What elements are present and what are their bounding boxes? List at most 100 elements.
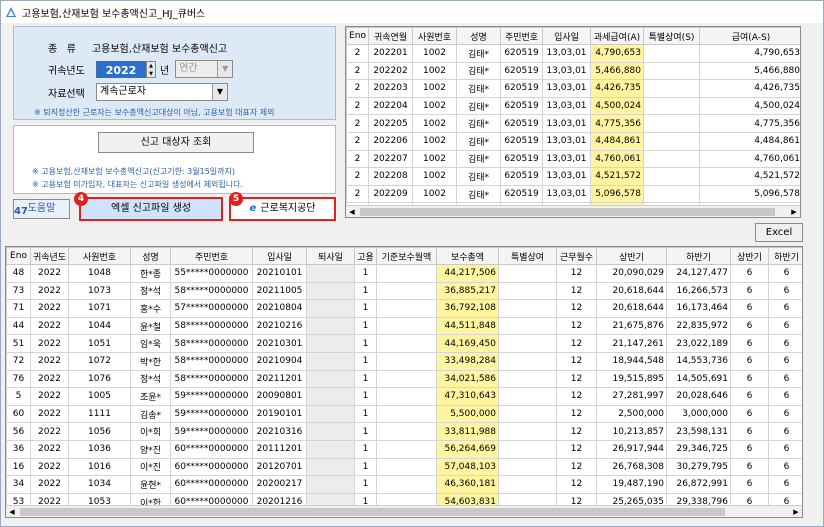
column-header[interactable]: 사원번호 [68,247,131,265]
table-cell[interactable]: 13,03,01 [542,44,591,63]
table-cell[interactable]: 19,515,895 [596,369,667,389]
column-header[interactable]: 급여(A-S) [699,27,800,45]
table-cell[interactable] [376,369,437,389]
table-cell[interactable]: 김태* [456,61,501,81]
table-cell[interactable]: 이*희 [130,422,171,441]
employee-grid[interactable]: Eno 귀속년도 사원번호 성명 주민번호 입사일 퇴사일 고용 기준보수월액 보수총액 특별상여 근… [5,246,803,518]
table-cell[interactable]: 5,096,578 [699,184,800,204]
column-header[interactable]: 하반기 [666,247,731,265]
table-cell[interactable]: 60 [6,404,31,424]
table-cell[interactable]: 1034 [68,475,131,494]
table-row[interactable]: 72 2022 1072 박*한 58*****0000000 20210904 1 33,4… [6,351,802,371]
table-cell[interactable]: 19,487,190 [596,475,667,494]
table-cell[interactable]: 14,505,691 [666,369,731,389]
table-row[interactable]: 2 202203 1002 김태* 620519 13,03,01 4,426,735 4,4… [346,79,800,98]
table-cell[interactable]: 1111 [68,404,131,424]
table-cell[interactable] [498,316,557,336]
table-cell[interactable]: 4,760,061 [590,149,644,169]
table-cell[interactable]: 박*한 [130,351,171,371]
table-cell[interactable]: 3,000,000 [666,404,731,424]
table-cell[interactable] [643,114,700,133]
table-cell[interactable]: 58*****0000000 [170,334,253,353]
table-cell[interactable]: 56 [6,422,31,441]
table-cell[interactable]: 1 [354,316,377,336]
table-cell[interactable]: 20090801 [252,387,307,406]
column-header[interactable]: 주민번호 [170,247,253,265]
table-cell[interactable]: 18,944,548 [596,351,667,371]
table-cell[interactable] [643,167,700,186]
table-cell[interactable]: 6 [768,369,802,389]
table-cell[interactable]: 김태* [456,149,501,169]
table-cell[interactable]: 6 [730,404,769,424]
table-cell[interactable]: 김태* [456,167,501,186]
table-cell[interactable]: 36,792,108 [436,299,499,318]
table-cell[interactable]: 6 [768,457,802,477]
column-header[interactable]: 특별상여 [498,247,557,265]
table-cell[interactable]: 73 [6,281,31,301]
comwel-button[interactable]: e 근로복지공단 [229,197,336,221]
table-row[interactable]: 2 202209 1002 김태* 620519 13,03,01 5,096,578 5,0… [346,184,800,204]
table-cell[interactable]: 26,872,991 [666,475,731,494]
table-cell[interactable]: 620519 [500,184,543,204]
table-cell[interactable]: 12 [556,281,597,301]
table-cell[interactable] [498,422,557,441]
table-cell[interactable] [306,439,355,459]
table-cell[interactable]: 1 [354,439,377,459]
table-cell[interactable]: 2,500,000 [596,404,667,424]
table-cell[interactable] [376,457,437,477]
table-cell[interactable]: 620519 [500,96,543,116]
table-cell[interactable] [376,404,437,424]
table-row[interactable]: 44 2022 1044 윤*철 58*****0000000 20210216 1 44,5… [6,316,802,336]
table-cell[interactable]: 2022 [30,404,69,424]
table-cell[interactable]: 양*진 [130,439,171,459]
table-cell[interactable]: 2 [346,96,369,116]
table-cell[interactable]: 2022 [30,369,69,389]
data-select[interactable]: 계속근로자 ▼ [96,83,228,101]
table-cell[interactable]: 김태* [456,96,501,116]
table-cell[interactable]: 620519 [500,149,543,169]
table-cell[interactable]: 6 [768,475,802,494]
table-cell[interactable]: 1002 [412,114,457,133]
table-cell[interactable]: 1005 [68,387,131,406]
table-cell[interactable] [376,422,437,441]
scroll-right-icon[interactable]: ▶ [790,506,802,517]
table-cell[interactable]: 20211005 [252,281,307,301]
table-cell[interactable]: 2 [346,114,369,133]
table-cell[interactable]: 51 [6,334,31,353]
table-cell[interactable]: 34,021,586 [436,369,499,389]
table-cell[interactable]: 4,775,356 [590,114,644,133]
table-cell[interactable]: 4,500,024 [699,96,800,116]
table-cell[interactable]: 4,775,356 [699,114,800,133]
table-cell[interactable]: 13,03,01 [542,114,591,133]
table-cell[interactable]: 1002 [412,167,457,186]
table-cell[interactable] [376,299,437,318]
table-cell[interactable]: 44,511,848 [436,316,499,336]
table-row[interactable]: 56 2022 1056 이*희 59*****0000000 20210316 1 33,8… [6,422,802,441]
table-cell[interactable]: 4,500,024 [590,96,644,116]
table-cell[interactable]: 22,835,972 [666,316,731,336]
table-cell[interactable]: 30,279,795 [666,457,731,477]
table-cell[interactable]: 1076 [68,369,131,389]
table-cell[interactable] [376,316,437,336]
table-cell[interactable]: 24,127,477 [666,264,731,283]
table-cell[interactable]: 55*****0000000 [170,264,253,283]
scroll-left-icon[interactable]: ◀ [6,506,18,517]
table-cell[interactable]: 1048 [68,264,131,283]
table-cell[interactable] [306,404,355,424]
table-cell[interactable]: 620519 [500,131,543,151]
table-cell[interactable]: 정*석 [130,369,171,389]
table-cell[interactable]: 13,03,01 [542,184,591,204]
table-cell[interactable]: 12 [556,387,597,406]
table-cell[interactable]: 13,03,01 [542,167,591,186]
table-cell[interactable]: 1002 [412,61,457,81]
table-cell[interactable]: 620519 [500,114,543,133]
table-cell[interactable]: 6 [768,299,802,318]
table-row[interactable]: 2 202202 1002 김태* 620519 13,03,01 5,466,880 5,4… [346,61,800,81]
table-cell[interactable]: 13,03,01 [542,149,591,169]
table-cell[interactable]: 6 [768,439,802,459]
table-cell[interactable]: 1002 [412,96,457,116]
table-cell[interactable]: 20200217 [252,475,307,494]
table-cell[interactable]: 59*****0000000 [170,422,253,441]
table-cell[interactable]: 20190101 [252,404,307,424]
table-cell[interactable] [376,475,437,494]
